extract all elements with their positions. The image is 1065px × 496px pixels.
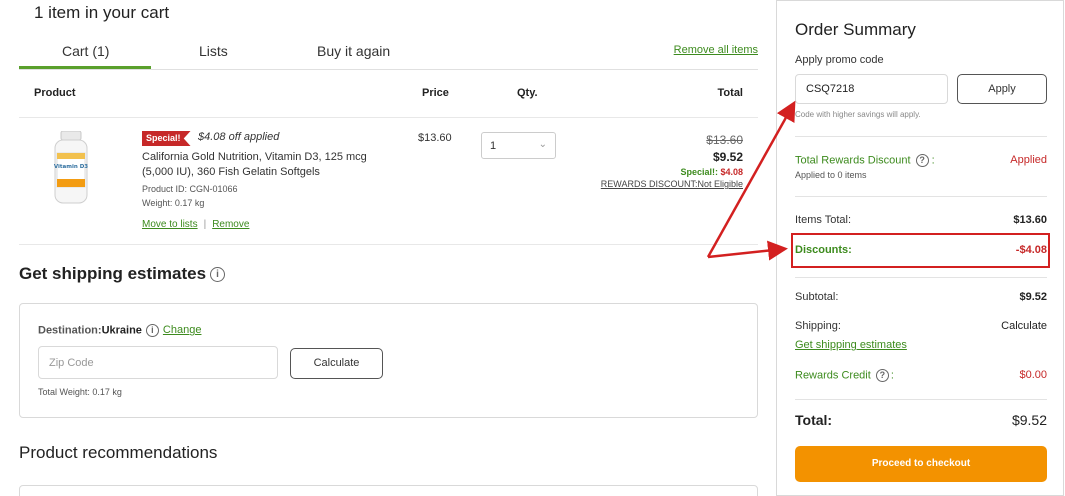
tab-buy-it-again[interactable]: Buy it again <box>317 43 390 59</box>
special-discount-label: Special!: <box>680 167 718 177</box>
order-summary-panel: Order Summary Apply promo code CSQ7218 A… <box>776 0 1064 496</box>
total-weight: Total Weight: 0.17 kg <box>38 387 122 397</box>
quantity-select[interactable]: 1 ⌄ <box>481 132 556 159</box>
tab-active-indicator <box>19 66 151 69</box>
destination: Destination:Ukraine i Change <box>38 324 201 337</box>
move-to-lists-link[interactable]: Move to lists <box>142 219 198 230</box>
link-separator: | <box>203 219 207 230</box>
items-total-value: $13.60 <box>1013 214 1047 226</box>
info-icon[interactable]: ? <box>875 369 889 382</box>
column-product: Product <box>34 87 76 99</box>
product-name-link[interactable]: California Gold Nutrition, Vitamin D3, 1… <box>142 150 397 180</box>
zip-code-input[interactable]: Zip Code <box>38 346 278 379</box>
remove-all-items-link[interactable]: Remove all items <box>674 44 758 56</box>
tab-cart[interactable]: Cart (1) <box>62 43 109 59</box>
total-rewards-discount-value: Applied <box>1010 154 1047 166</box>
column-qty: Qty. <box>517 87 538 99</box>
order-total-row: Total: $9.52 <box>795 412 1047 428</box>
special-discount-value: $4.08 <box>720 167 743 177</box>
column-price: Price <box>422 87 449 99</box>
rewards-credit-row: Rewards Credit ?: $0.00 <box>795 369 1047 382</box>
special-badge: Special! <box>142 131 191 146</box>
rewards-credit-colon: : <box>890 369 894 382</box>
total-rewards-discount-row: Total Rewards Discount ? : Applied <box>795 154 1047 167</box>
subtotal-row: Subtotal: $9.52 <box>795 291 1047 303</box>
proceed-to-checkout-button[interactable]: Proceed to checkout <box>795 446 1047 482</box>
divider <box>795 399 1047 400</box>
column-total: Total <box>717 87 743 99</box>
calculate-shipping-button[interactable]: Calculate <box>290 348 383 379</box>
item-total-original: $13.60 <box>706 133 743 147</box>
shipping-estimates-label: Get shipping estimates <box>19 264 207 283</box>
product-id: Product ID: CGN-01066 <box>142 184 238 194</box>
rewards-applied-count: Applied to 0 items <box>795 170 867 180</box>
apply-promo-button[interactable]: Apply <box>957 74 1047 104</box>
cart-tabs: Cart (1) Lists Buy it again Remove all i… <box>19 40 758 70</box>
discount-applied-text: $4.08 off applied <box>198 131 280 143</box>
rewards-credit-label: Rewards Credit <box>795 369 871 382</box>
item-total-discounted: $9.52 <box>712 150 743 164</box>
svg-text:Vitamin D3: Vitamin D3 <box>54 164 88 170</box>
product-image[interactable]: Vitamin D3 <box>51 130 91 205</box>
shipping-estimates-title: Get shipping estimates i <box>19 264 226 284</box>
product-recommendations-box <box>19 485 758 496</box>
divider <box>795 277 1047 278</box>
item-price: $13.60 <box>418 132 452 144</box>
item-special-discount: Special!: $4.08 <box>680 167 743 177</box>
subtotal-label: Subtotal: <box>795 291 839 303</box>
subtotal-value: $9.52 <box>1019 291 1047 303</box>
divider <box>795 196 1047 197</box>
remove-item-link[interactable]: Remove <box>212 219 249 230</box>
annotation-arrow <box>707 240 788 261</box>
cart-item-row: Vitamin D3 Special! $4.08 off applied Ca… <box>19 119 758 245</box>
total-rewards-discount-label: Total Rewards Discount <box>795 154 911 167</box>
cart-title: 1 item in your cart <box>34 3 170 22</box>
chevron-down-icon: ⌄ <box>538 139 547 150</box>
cart-table-header: Product Price Qty. Total <box>19 80 758 118</box>
get-shipping-estimates-link[interactable]: Get shipping estimates <box>795 339 907 351</box>
rewards-credit-value: $0.00 <box>1019 369 1047 381</box>
shipping-estimate-box: Destination:Ukraine i Change Zip Code Calc… <box>19 303 758 418</box>
shipping-row: Shipping: Calculate <box>795 320 1047 332</box>
discounts-label: Discounts: <box>795 244 852 256</box>
promo-code-note: Code with higher savings will apply. <box>795 110 921 119</box>
order-summary-title: Order Summary <box>795 20 916 39</box>
destination-country: Ukraine <box>101 324 142 337</box>
rewards-discount-status: REWARDS DISCOUNT:Not Eligible <box>600 179 743 189</box>
tab-lists[interactable]: Lists <box>199 43 228 59</box>
promo-code-label: Apply promo code <box>795 54 884 66</box>
info-icon[interactable]: ? <box>915 154 929 167</box>
change-destination-link[interactable]: Change <box>163 324 202 336</box>
discounts-row: Discounts: -$4.08 <box>795 244 1047 256</box>
promo-code-input[interactable]: CSQ7218 <box>795 74 948 104</box>
shipping-value: Calculate <box>1001 320 1047 332</box>
shipping-label: Shipping: <box>795 320 841 332</box>
info-icon[interactable]: i <box>145 324 159 337</box>
divider <box>795 136 1047 137</box>
product-recommendations-title: Product recommendations <box>19 443 218 462</box>
quantity-value: 1 <box>490 140 497 152</box>
order-total-label: Total: <box>795 412 833 428</box>
info-icon[interactable]: i <box>210 267 226 283</box>
discounts-value: -$4.08 <box>1015 244 1047 256</box>
items-total-row: Items Total: $13.60 <box>795 214 1047 226</box>
order-total-value: $9.52 <box>1011 412 1047 428</box>
destination-label: Destination: <box>38 324 102 337</box>
items-total-label: Items Total: <box>795 214 852 226</box>
product-weight: Weight: 0.17 kg <box>142 198 205 208</box>
product-actions: Move to lists | Remove <box>142 219 249 230</box>
